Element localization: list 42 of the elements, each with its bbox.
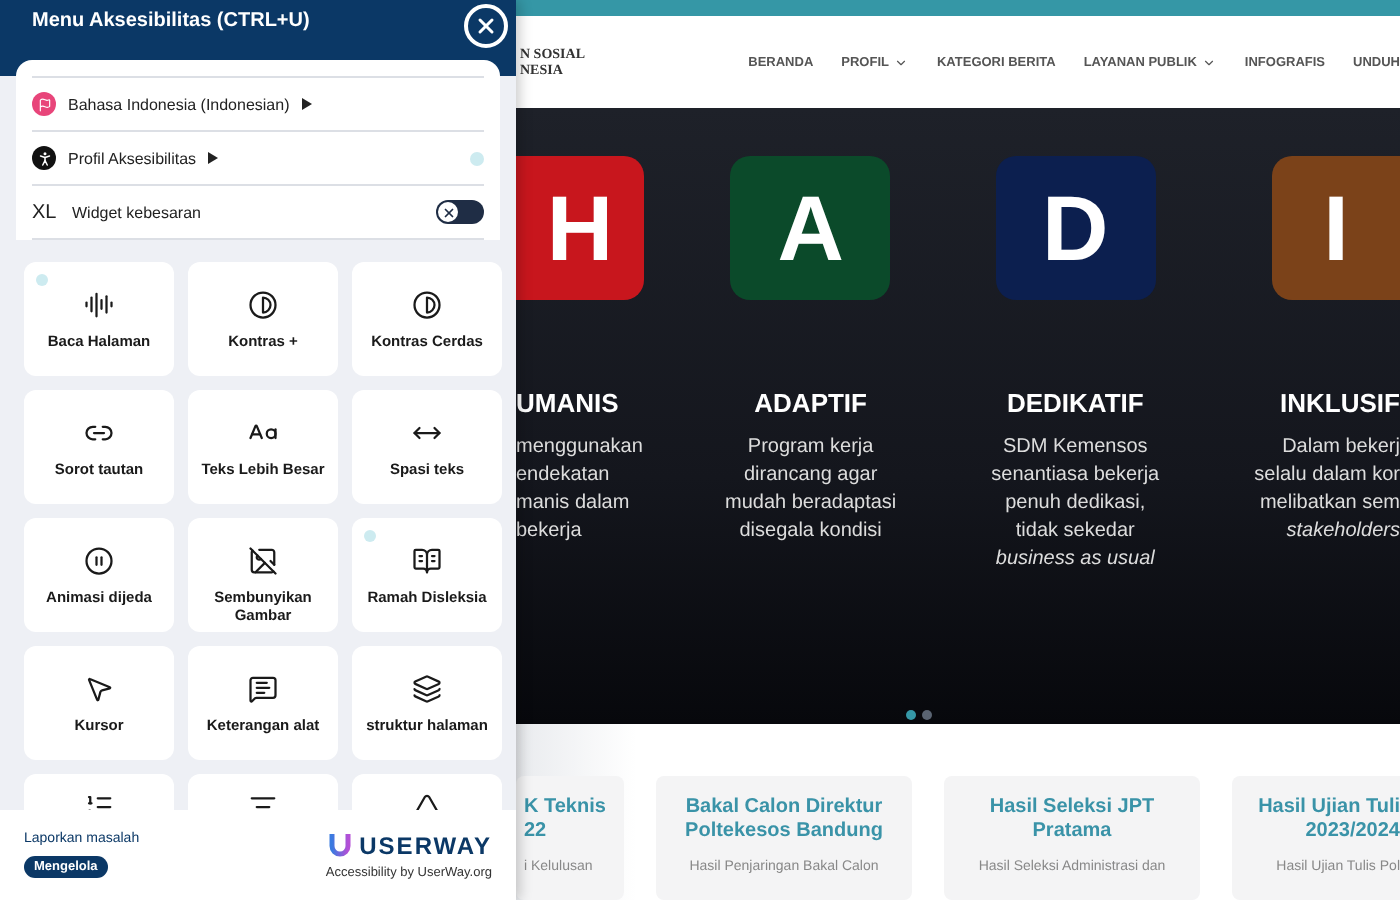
- layers-icon: [412, 674, 442, 704]
- value-title: UMANIS: [516, 388, 619, 418]
- xl-label: XL: [32, 201, 59, 223]
- brand-name: USERWAY: [359, 831, 492, 859]
- cursor-icon: [84, 674, 114, 704]
- flag-icon: [32, 92, 56, 116]
- close-icon: [474, 14, 498, 38]
- letter-tile: I: [1271, 156, 1400, 300]
- slide-dot[interactable]: [922, 710, 932, 720]
- news-title: Hasil Ujian Tuli 2023/2024: [1258, 796, 1400, 844]
- toggle-switch[interactable]: [436, 200, 484, 224]
- sound-wave-icon: [84, 290, 114, 320]
- value-description: SDM Kemensos senantiasa bekerja penuh dedikasi, tidak sekedar business as usual: [991, 434, 1160, 574]
- value-description: menggunakan endekatan manis dalam bekerja: [516, 434, 643, 546]
- close-button[interactable]: [464, 4, 508, 48]
- hidden-image-icon: [248, 546, 278, 576]
- message-icon: [248, 674, 278, 704]
- letter-tile: D: [995, 156, 1156, 300]
- value-title: INKLUSIF: [1280, 388, 1400, 418]
- x-icon: [441, 205, 455, 219]
- contrast-icon: [248, 290, 278, 320]
- contrast-icon: [412, 290, 442, 320]
- value-description: Dalam bekerj selalu dalam kor melibatkan sem stakeholders: [1254, 434, 1400, 546]
- toggle-label: Widget kebesaran: [72, 203, 201, 221]
- book-icon: [412, 546, 442, 576]
- pause-icon: [84, 546, 114, 576]
- panel-title: Menu Aksesibilitas (CTRL+U): [32, 10, 310, 32]
- value-description: Program kerja dirancang agar mudah beradaptasi disegala kondisi: [725, 434, 897, 546]
- caret-icon: [301, 98, 312, 110]
- news-title: Bakal Calon Direktur Poltekesos Bandung: [685, 796, 883, 844]
- letter-tile: H: [516, 156, 644, 300]
- logo-icon: [327, 832, 352, 858]
- caret-icon: [208, 152, 219, 164]
- person-icon: [32, 146, 56, 170]
- value-title: ADAPTIF: [754, 388, 867, 418]
- letter-tile: A: [730, 156, 891, 300]
- news-title: K Teknis 22: [524, 796, 606, 844]
- news-title: Hasil Seleksi JPT Pratama: [989, 796, 1155, 844]
- profile-selector[interactable]: Profil Aksesibilitas: [32, 146, 219, 170]
- slide-dot[interactable]: [906, 710, 916, 720]
- value-title: DEDIKATIF: [1006, 388, 1144, 418]
- language-selector[interactable]: Bahasa Indonesia (Indonesian): [32, 92, 312, 116]
